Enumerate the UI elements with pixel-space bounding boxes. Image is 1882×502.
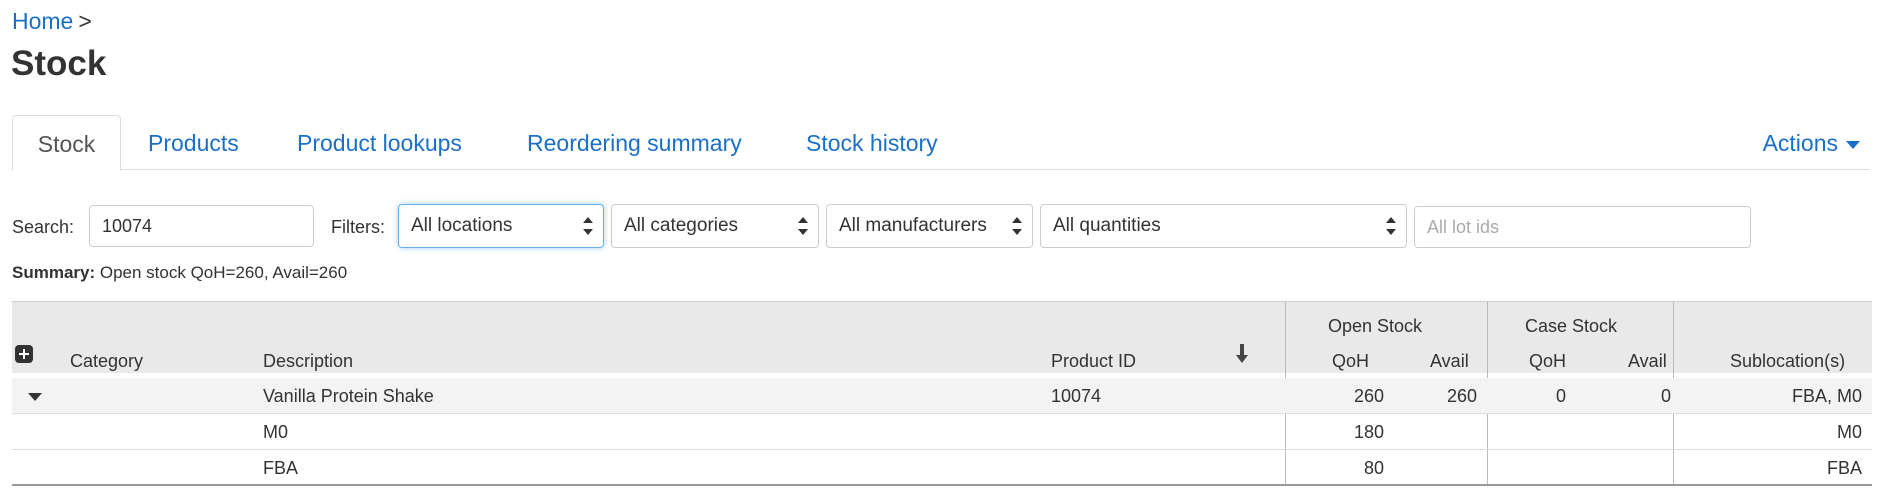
- sublocations-cell: FBA: [1826, 458, 1862, 478]
- summary-text: Open stock QoH=260, Avail=260: [99, 263, 348, 282]
- manufacturers-select[interactable]: All manufacturers: [826, 204, 1033, 248]
- expand-all-icon[interactable]: [15, 345, 33, 363]
- description-column-header[interactable]: Description: [263, 351, 353, 372]
- search-label: Search:: [12, 217, 75, 237]
- product-id-cell: 10074: [1051, 386, 1102, 406]
- tab-reordering-summary[interactable]: Reordering summary: [527, 116, 742, 170]
- locations-select-value: All locations: [411, 215, 513, 236]
- actions-label: Actions: [1762, 130, 1838, 156]
- stock-summary: Summary: Open stock QoH=260, Avail=260: [12, 263, 347, 283]
- open-avail-cell: 260: [1446, 386, 1477, 406]
- table-row: M0 180 M0: [12, 414, 1872, 450]
- search-input[interactable]: [89, 205, 314, 247]
- case-qoh-column-header[interactable]: QoH: [1529, 351, 1566, 372]
- sublocations-cell: M0: [1836, 422, 1862, 442]
- tab-stock[interactable]: Stock: [12, 115, 121, 171]
- select-arrows-icon: [583, 217, 593, 235]
- sort-descending-icon[interactable]: [1236, 342, 1248, 366]
- category-column-header[interactable]: Category: [70, 351, 143, 372]
- description-cell: FBA: [263, 458, 299, 478]
- categories-select-value: All categories: [624, 215, 739, 236]
- select-arrows-icon: [1012, 217, 1022, 235]
- page-title: Stock: [11, 44, 107, 83]
- sublocations-column-header[interactable]: Sublocation(s): [1730, 351, 1845, 372]
- summary-label: Summary:: [12, 263, 96, 282]
- open-stock-group-header: Open Stock: [1328, 316, 1423, 336]
- case-qoh-cell: 0: [1555, 386, 1566, 406]
- select-arrows-icon: [798, 217, 808, 235]
- caret-down-icon: [1846, 140, 1860, 149]
- breadcrumb-separator: >: [78, 8, 92, 34]
- description-cell: Vanilla Protein Shake: [263, 386, 434, 406]
- open-qoh-column-header[interactable]: QoH: [1332, 351, 1369, 372]
- tabs-divider: [12, 169, 1870, 170]
- product-id-column-header[interactable]: Product ID: [1051, 351, 1136, 372]
- open-qoh-cell: 260: [1353, 386, 1384, 406]
- open-qoh-cell: 80: [1363, 458, 1384, 478]
- open-qoh-cell: 180: [1353, 422, 1384, 442]
- case-avail-column-header[interactable]: Avail: [1628, 351, 1667, 372]
- tab-product-lookups[interactable]: Product lookups: [297, 116, 462, 170]
- select-arrows-icon: [1386, 217, 1396, 235]
- description-cell: M0: [263, 422, 289, 442]
- breadcrumb-home-link[interactable]: Home: [12, 8, 73, 34]
- manufacturers-select-value: All manufacturers: [839, 215, 987, 236]
- collapse-row-icon[interactable]: [28, 393, 42, 401]
- tab-stock-history[interactable]: Stock history: [806, 116, 938, 170]
- tab-products[interactable]: Products: [148, 116, 239, 170]
- case-stock-group-header: Case Stock: [1525, 316, 1618, 336]
- breadcrumb: Home >: [12, 8, 92, 35]
- quantities-select[interactable]: All quantities: [1040, 204, 1407, 248]
- case-avail-cell: 0: [1660, 386, 1671, 406]
- categories-select[interactable]: All categories: [611, 204, 819, 248]
- actions-dropdown[interactable]: Actions: [1763, 116, 1860, 170]
- locations-select[interactable]: All locations: [398, 204, 604, 248]
- lot-ids-input[interactable]: [1414, 206, 1751, 248]
- table-row: FBA 80 FBA: [12, 450, 1872, 486]
- open-avail-column-header[interactable]: Avail: [1430, 351, 1469, 372]
- quantities-select-value: All quantities: [1053, 215, 1161, 236]
- filters-label: Filters:: [331, 217, 385, 237]
- sublocations-cell: FBA, M0: [1791, 386, 1862, 406]
- table-row[interactable]: Vanilla Protein Shake 10074 260 260 0 0 …: [12, 378, 1872, 414]
